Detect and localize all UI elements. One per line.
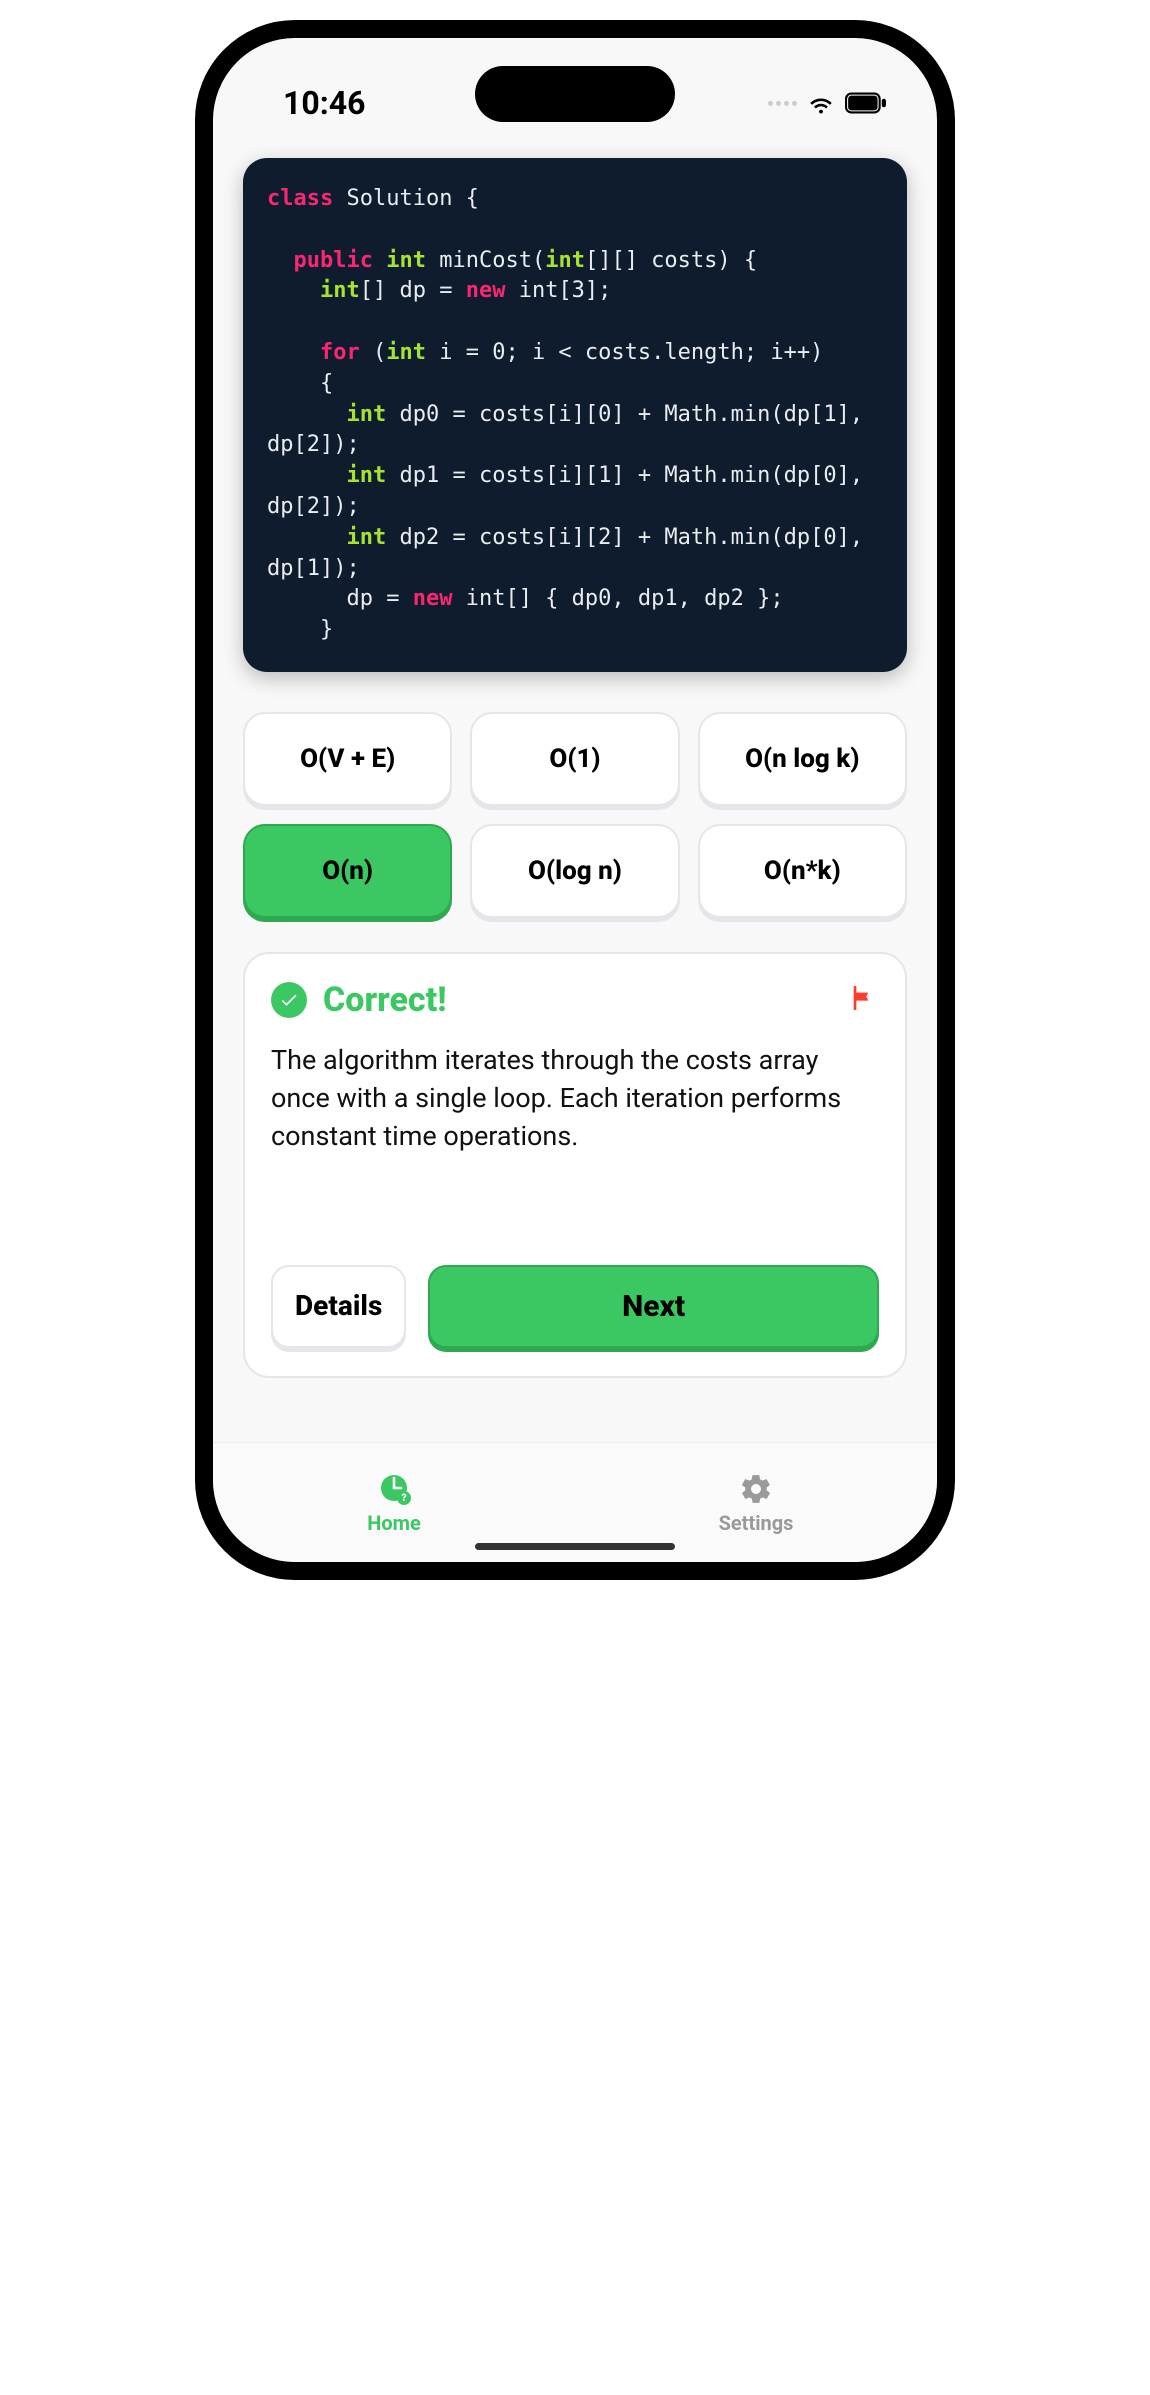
- option-button[interactable]: O(log n): [470, 824, 679, 918]
- tab-label: Home: [367, 1511, 421, 1535]
- home-icon: ?: [376, 1471, 412, 1507]
- code-token: dp =: [346, 586, 412, 611]
- result-explanation: The algorithm iterates through the costs…: [271, 1042, 879, 1155]
- code-token: int: [346, 463, 386, 488]
- details-button[interactable]: Details: [271, 1265, 406, 1348]
- code-block: class Solution { public int minCost(int[…: [243, 158, 907, 672]
- code-token: int: [386, 248, 426, 273]
- result-header: Correct!: [271, 980, 879, 1020]
- code-token: class: [267, 186, 333, 211]
- code-token: Solution {: [333, 186, 479, 211]
- result-actions: Details Next: [271, 1265, 879, 1348]
- status-time: 10:46: [283, 84, 365, 122]
- wifi-icon: [807, 92, 835, 114]
- home-indicator[interactable]: [475, 1543, 675, 1550]
- code-token: int: [386, 340, 426, 365]
- code-token: int[] { dp0, dp1, dp2 };: [452, 586, 783, 611]
- code-token: int: [346, 525, 386, 550]
- code-token: int: [545, 248, 585, 273]
- battery-icon: [845, 92, 887, 114]
- cellular-dots-icon: [768, 101, 797, 106]
- option-button-selected[interactable]: O(n): [243, 824, 452, 918]
- option-button[interactable]: O(V + E): [243, 712, 452, 806]
- code-token: public: [294, 248, 373, 273]
- option-button[interactable]: O(n*k): [698, 824, 907, 918]
- code-token: {: [320, 371, 333, 396]
- notch: [475, 66, 675, 122]
- code-token: [][] costs) {: [585, 248, 757, 273]
- option-button[interactable]: O(n log k): [698, 712, 907, 806]
- code-token: (: [360, 340, 387, 365]
- tab-label: Settings: [719, 1511, 794, 1535]
- result-title: Correct!: [323, 980, 447, 1020]
- option-button[interactable]: O(1): [470, 712, 679, 806]
- svg-text:?: ?: [401, 1493, 406, 1504]
- device-frame: 10:46 class Solution { public int minCos…: [195, 20, 955, 1580]
- code-token: int[3];: [505, 278, 611, 303]
- code-token: int: [320, 278, 360, 303]
- check-circle-icon: [271, 982, 307, 1018]
- code-token: new: [413, 586, 453, 611]
- result-card: Correct! The algorithm iterates through …: [243, 952, 907, 1378]
- status-indicators: [768, 92, 887, 114]
- code-token: i = 0; i < costs.length; i++): [426, 340, 823, 365]
- code-token: minCost(: [426, 248, 545, 273]
- code-token: int: [346, 402, 386, 427]
- flag-icon[interactable]: [847, 982, 879, 1018]
- result-header-left: Correct!: [271, 980, 447, 1020]
- main-content: class Solution { public int minCost(int[…: [213, 138, 937, 1378]
- options-grid: O(V + E) O(1) O(n log k) O(n) O(log n) O…: [243, 712, 907, 918]
- code-token: for: [320, 340, 360, 365]
- next-button[interactable]: Next: [428, 1265, 879, 1348]
- code-token: [] dp =: [360, 278, 466, 303]
- code-token: new: [466, 278, 506, 303]
- gear-icon: [738, 1471, 774, 1507]
- code-token: }: [320, 617, 333, 642]
